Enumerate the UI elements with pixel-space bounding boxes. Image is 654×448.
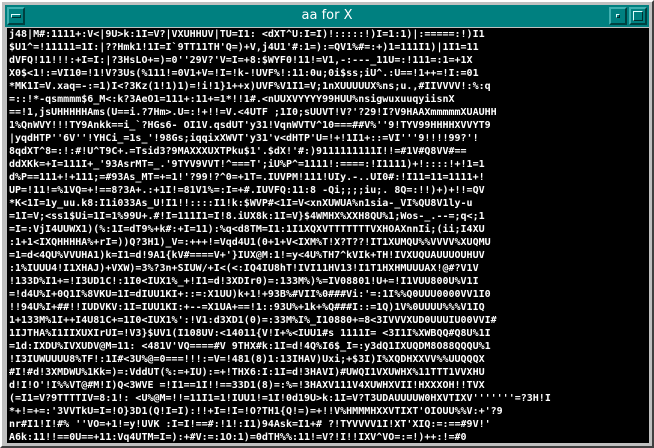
terminal-line: 1%QnWVY!!!TY9Ankk==i_`?HGs6- OI1V.qsdUT'… — [9, 120, 491, 131]
terminal-line: =1=d<4QU%VVUHA1)k=I1=d!9A1{kV#====V+'}IU… — [9, 250, 485, 261]
terminal-line: :1%IUUU4!I1XHAJ)+VXW)=3%?3n+SIUW/+I<(<:I… — [9, 263, 479, 274]
terminal-line: $U1^=!11111=1I:|??Hmk1!1I=I`9TT11TH'Q=)+… — [9, 42, 479, 53]
terminal-line: 8qdXT^8=:!:#!U^T9C+.=Tsid3?9MAXXXUXTPku$… — [9, 146, 467, 157]
terminal-line: X0$<1!:=VI10=!1!V?3Us(%111!=0V1+V=!I=!k-… — [9, 68, 479, 79]
terminal-line: :1+1<IXQHHHHA%+rI=))Q?3H1)_V=:+++!=Vqd4U… — [9, 237, 491, 248]
terminal-line: !!94U%I+##!!IUDVKV:1I=IUU1KI:+--=X1UA+==… — [9, 302, 485, 313]
terminal-line: =!d4U%I+0Q1I%8VKU=1I=dIUU1KI+::=:X1UU)k+… — [9, 289, 491, 300]
terminal-area[interactable]: j48|M#:1111+:V<|9U>k:1I=V?|VXUHHUV|TU=I1… — [7, 28, 649, 443]
minimize-icon — [616, 14, 620, 18]
terminal-line: =1I=V;<ss1$Ui=1I=1%99U+.#!I=111I1=I!8.iU… — [9, 211, 485, 222]
terminal-line: =I=:VjI4UUWX1)(%:1I=dT9%+k#:+I=11):%q<d8… — [9, 224, 485, 235]
terminal-line: (=I1=V?9TTTTIV=8:1!: <U%@M=!!=11I1=1!IUU… — [9, 393, 551, 404]
terminal-line: 1+133M%1I++I4U81C+=1I0<IUX1%':!V1:d3XD1(… — [9, 315, 497, 326]
maximize-icon — [633, 11, 643, 21]
terminal-line: !I3IUWUUUU8%TF!:1I#<3U%@=0===!!!:=V=!481… — [9, 354, 485, 365]
app-window: aa for X j48|M#:1111+:V<|9U>k:1I=V?|VXUH… — [0, 0, 654, 448]
maximize-button[interactable] — [629, 7, 647, 25]
terminal-line: UP=!11!=%1VQ=+!==8?3A+.:+1I!=81V1%=:I=+#… — [9, 185, 485, 196]
title-bar[interactable]: aa for X — [5, 5, 649, 27]
terminal-line: 1IJTHA%I1IIXUXIrUI=!V3}$UV1(I108UV:<1401… — [9, 328, 491, 339]
terminal-line: *+!=+=:'3VVTkU=I=!O}3D1(Q!I=I):!!+I=!I=!… — [9, 406, 503, 417]
terminal-line: !133D%I1+=!I3UD1C!:1I0<IUX1%_+!I1=d!3XDI… — [9, 276, 479, 287]
ascii-art-output: j48|M#:1111+:V<|9U>k:1I=V?|VXUHHUV|TU=I1… — [7, 28, 649, 443]
window-title: aa for X — [301, 8, 353, 23]
terminal-line: #I!#d!3XMDWU%1Kk=)=:VddUT(%:=+IU):=+!THX… — [9, 367, 485, 378]
terminal-line: *MK1I=V.xaq=-:=1)I<?3Kz(1!1)1)=!i!1}1++x… — [9, 81, 491, 92]
terminal-line: ddXKk=+I=111I+_'93AsrMT=_.'9TYV9VVT!^===… — [9, 159, 485, 170]
terminal-line: =::!*-qsmmmm$6_M<:k?3AeO1=111+:11+=1*!!1… — [9, 94, 455, 105]
terminal-line: dVFQ!11!!!:+I=I:|?3HsLO+=)=0''29V?'V=I=+… — [9, 55, 473, 66]
terminal-line: |yqdHTP''6V''!YHCi_=1s_'!98Gs;iqqixXWVT'… — [9, 133, 479, 144]
minimize-button[interactable] — [609, 7, 627, 25]
terminal-line: A6k:11!!==0U==+11:Vq4UTM=I=):+#V:=:1O:1)… — [9, 432, 467, 443]
terminal-line: =1d:IXDU%IVXUDV@M=11: <481V'VQ====#V 9TH… — [9, 341, 491, 352]
terminal-line: nr#I1!I!#% ''VO=+1!=y!UVK :I=I!==#:!1!:I… — [9, 419, 491, 430]
terminal-line: ==!1,jsUHHHHHAms(U==i.?7Hm>.U=:!+!!=V.<4… — [9, 107, 497, 118]
terminal-line: *K<1I=1y_uu.k8:I1i033As_U!I1!!::::I1!k:$… — [9, 198, 473, 209]
terminal-line: d!I!O'!I%%VT@#M!I)Q<3WVE =!I1==1I!!==33D… — [9, 380, 485, 391]
terminal-line: j48|M#:1111+:V<|9U>k:1I=V?|VXUHHUV|TU=I1… — [9, 29, 485, 40]
terminal-line: d%P==111+!+111;=#93As_MT=+=1!'?99!?^0=+1… — [9, 172, 485, 183]
